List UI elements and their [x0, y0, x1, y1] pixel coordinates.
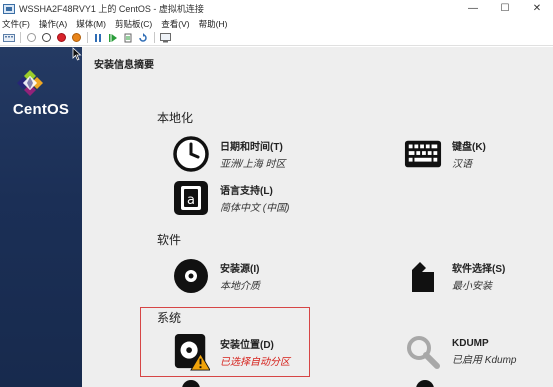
search-icon [404, 333, 442, 371]
package-icon [404, 257, 442, 295]
mouse-pointer-icon [72, 47, 82, 61]
spoke-language[interactable]: a 语言支持(L) 简体中文 (中国) [172, 179, 289, 217]
pause-icon[interactable] [91, 31, 105, 45]
close-button[interactable]: ✕ [521, 0, 553, 17]
window-controls: — ☐ ✕ [457, 0, 553, 17]
spoke-language-title: 语言支持(L) [220, 186, 273, 197]
spoke-datetime[interactable]: 日期和时间(T) 亚洲/上海 时区 [172, 135, 286, 173]
vm-connection-icon [3, 3, 15, 14]
section-software: 软件 [157, 233, 182, 247]
harddisk-warning-icon [172, 333, 210, 371]
page-title: 安装信息摘要 [94, 60, 154, 71]
keyboard-icon [404, 135, 442, 173]
spoke-kdump-status: 已启用 Kdump [452, 355, 517, 366]
ctrl-alt-del-icon[interactable] [2, 31, 16, 45]
power-icon[interactable] [69, 31, 83, 45]
toolbar-separator [87, 32, 88, 43]
language-icon: a [172, 179, 210, 217]
checkpoint-icon[interactable] [136, 31, 150, 45]
spoke-source-status: 本地介质 [220, 281, 260, 292]
spoke-kdump-title: KDUMP [452, 338, 489, 349]
menu-file[interactable]: 文件(F) [2, 18, 30, 30]
spoke-keyboard-status: 汉语 [452, 159, 472, 170]
spoke-datetime-title: 日期和时间(T) [220, 142, 283, 153]
menu-bar: 文件(F) 操作(A) 媒体(M) 剪贴板(C) 查看(V) 帮助(H) [0, 17, 553, 30]
spoke-installation-destination[interactable]: 安装位置(D) 已选择自动分区 [172, 333, 290, 371]
maximize-button[interactable]: ☐ [489, 0, 521, 17]
reset-icon[interactable] [121, 31, 135, 45]
spoke-destination-title: 安装位置(D) [220, 340, 274, 351]
centos-logo-icon [17, 70, 43, 96]
shutdown-icon[interactable] [54, 31, 68, 45]
clock-icon [172, 135, 210, 173]
resume-icon[interactable] [106, 31, 120, 45]
spoke-software-status: 最小安装 [452, 281, 492, 292]
window-titlebar: WSSHA2F48RVY1 上的 CentOS - 虚拟机连接 — ☐ ✕ [0, 0, 553, 17]
installation-summary-hub: 安装信息摘要 本地化 软件 系统 日期和时间(T) 亚洲/上海 时区 键盘(K)… [82, 47, 553, 387]
menu-clipboard[interactable]: 剪贴板(C) [115, 18, 152, 30]
stop-icon[interactable] [39, 31, 53, 45]
menu-media[interactable]: 媒体(M) [76, 18, 106, 30]
security-policy-icon [416, 380, 434, 387]
svg-text:a: a [187, 193, 195, 208]
minimize-button[interactable]: — [457, 0, 489, 17]
section-localization: 本地化 [157, 111, 194, 125]
spoke-software-selection[interactable]: 软件选择(S) 最小安装 [404, 257, 505, 295]
installer-sidebar: CentOS [0, 47, 82, 387]
spoke-keyboard[interactable]: 键盘(K) 汉语 [404, 135, 486, 173]
window-title: WSSHA2F48RVY1 上的 CentOS - 虚拟机连接 [19, 4, 204, 14]
start-icon[interactable] [24, 31, 38, 45]
spoke-kdump[interactable]: KDUMP 已启用 Kdump [404, 333, 516, 371]
spoke-destination-status: 已选择自动分区 [220, 357, 290, 368]
spoke-datetime-status: 亚洲/上海 时区 [220, 159, 286, 170]
network-icon [182, 380, 200, 387]
menu-help[interactable]: 帮助(H) [199, 18, 228, 30]
toolbar-separator [20, 32, 21, 43]
spoke-language-status: 简体中文 (中国) [220, 203, 290, 214]
menu-action[interactable]: 操作(A) [39, 18, 67, 30]
spoke-installation-source[interactable]: 安装源(I) 本地介质 [172, 257, 260, 295]
toolbar [0, 30, 553, 46]
spoke-source-title: 安装源(I) [220, 264, 260, 275]
enhanced-session-icon[interactable] [158, 31, 172, 45]
menu-view[interactable]: 查看(V) [161, 18, 189, 30]
toolbar-separator [154, 32, 155, 43]
spoke-keyboard-title: 键盘(K) [452, 142, 486, 153]
brand-name: CentOS [12, 101, 70, 118]
spoke-software-title: 软件选择(S) [452, 264, 506, 275]
disc-icon [172, 257, 210, 295]
